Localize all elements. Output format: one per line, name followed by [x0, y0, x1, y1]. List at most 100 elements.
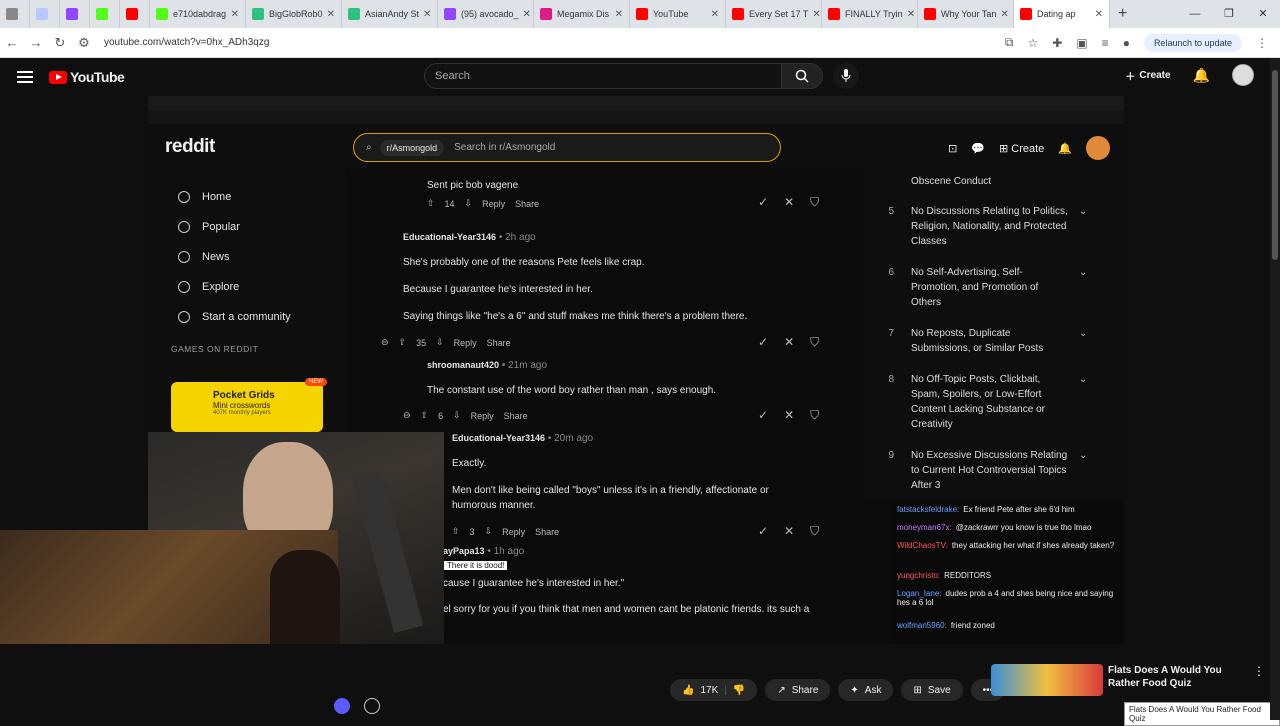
tab-favicon-icon: [1020, 8, 1032, 20]
tab-favicon-icon: [444, 8, 456, 20]
browser-tab[interactable]: YouTube ✕: [630, 0, 726, 28]
tab-favicon-icon: [156, 8, 168, 20]
browser-tab[interactable]: e710dabdrag ✕: [150, 0, 246, 28]
explore-icon: [178, 281, 190, 293]
sidebar-item-label: Start a community: [202, 311, 291, 323]
account-avatar[interactable]: [1232, 64, 1254, 86]
browser-tab[interactable]: BigGlobRob0 ✕: [246, 0, 342, 28]
tab-close-icon[interactable]: ✕: [611, 9, 623, 20]
profile-icon[interactable]: ●: [1123, 36, 1130, 50]
tab-favicon-icon: [96, 8, 108, 20]
search-button[interactable]: [781, 63, 823, 89]
share-button[interactable]: ↗ Share: [765, 679, 831, 701]
search-icon: [795, 69, 809, 83]
hamburger-menu-icon[interactable]: [17, 68, 33, 86]
voice-search-button[interactable]: [833, 63, 859, 89]
browser-tab[interactable]: [0, 0, 30, 28]
reload-icon[interactable]: ↻: [48, 35, 72, 51]
install-icon[interactable]: ⧉: [1005, 35, 1014, 50]
chat-username: wolfman5960:: [897, 621, 947, 630]
bookmark-star-icon[interactable]: ☆: [1028, 36, 1039, 50]
forward-icon[interactable]: →: [24, 35, 48, 50]
search-input[interactable]: Search: [424, 63, 782, 89]
browser-tab[interactable]: Megamix Dis ✕: [534, 0, 630, 28]
stream-chat: fatstacksfeldrake: Ex friend Pete after s…: [891, 500, 1124, 644]
tab-close-icon[interactable]: ✕: [808, 9, 820, 20]
tab-favicon-icon: [348, 8, 360, 20]
tab-close-icon[interactable]: ✕: [227, 9, 239, 20]
minimize-icon[interactable]: —: [1178, 0, 1212, 28]
ask-button[interactable]: ✦ Ask: [838, 679, 894, 701]
video-info-bar: 👍 17K | 👎 ↗ Share ✦ Ask ⊞ Save ••• Flats Do…: [0, 644, 1280, 720]
browser-tab[interactable]: Dating ap ✕: [1014, 0, 1110, 28]
url-field[interactable]: youtube.com/watch?v=0hx_ADh3qzg: [104, 37, 1005, 48]
notifications-bell-icon[interactable]: 🔔: [1193, 67, 1210, 84]
menu-kebab-icon[interactable]: ⋮: [1256, 36, 1268, 50]
remove-icon: ✕: [784, 335, 795, 349]
new-badge: NEW: [305, 378, 327, 386]
tab-close-icon[interactable]: ✕: [1091, 9, 1103, 20]
new-tab-icon[interactable]: +: [1118, 5, 1127, 23]
chat-text: @zackrawrr you know is true tho lmao: [955, 523, 1092, 532]
split-view-icon[interactable]: ▣: [1076, 36, 1087, 50]
tab-label: FINALLY Tryin: [845, 9, 903, 19]
browser-tab[interactable]: Every Set 17 T ✕: [726, 0, 822, 28]
youtube-logo-text: YouTube: [70, 69, 125, 85]
tab-close-icon[interactable]: ✕: [996, 9, 1008, 20]
rule-number: 5: [888, 206, 894, 217]
comment-author: shroomanaut420: [427, 360, 500, 370]
relaunch-button[interactable]: Relaunch to update: [1143, 33, 1242, 52]
page-scrollbar[interactable]: [1270, 58, 1280, 720]
save-button[interactable]: ⊞ Save: [901, 679, 963, 701]
tab-close-icon[interactable]: ✕: [419, 9, 431, 20]
tab-close-icon[interactable]: ✕: [707, 9, 719, 20]
like-button[interactable]: 👍 17K | 👎: [670, 679, 758, 701]
create-button[interactable]: ＋ Create: [1125, 68, 1170, 83]
sidebar-item-label: Home: [202, 191, 232, 203]
reddit-search: ⌕ r/Asmongold Search in r/Asmongold: [353, 133, 781, 162]
shield-icon: ⛉: [810, 524, 820, 538]
close-window-icon[interactable]: ✕: [1246, 0, 1280, 28]
chat-text: REDDITORS: [944, 571, 992, 580]
remove-icon: ✕: [784, 524, 795, 538]
browser-tab[interactable]: [120, 0, 150, 28]
browser-tab[interactable]: [30, 0, 60, 28]
collapse-icon: ⊖: [381, 337, 389, 347]
kebab-menu-icon[interactable]: ⋮: [1253, 664, 1265, 678]
comment-time: • 2h ago: [498, 232, 536, 243]
browser-tab[interactable]: [90, 0, 120, 28]
scrollbar-thumb[interactable]: [1272, 70, 1278, 260]
browser-tab[interactable]: AsianAndy St ✕: [342, 0, 438, 28]
remove-icon: ✕: [784, 408, 795, 422]
reddit-create: ⊞ Create: [998, 142, 1045, 155]
next-video-item[interactable]: Flats Does A Would You Rather Food Quiz …: [991, 664, 1271, 700]
media-icon[interactable]: ≡: [1102, 36, 1109, 50]
back-icon[interactable]: ←: [0, 35, 24, 50]
next-video-title[interactable]: Flats Does A Would You Rather Food Quiz: [1108, 664, 1248, 690]
browser-tab[interactable]: Why Your Tan ✕: [918, 0, 1014, 28]
tab-close-icon[interactable]: ✕: [323, 9, 335, 20]
tab-label: e710dabdrag: [173, 9, 227, 19]
tab-label: YouTube: [653, 9, 689, 19]
stream-browser-tabs: [148, 96, 1124, 110]
tab-close-icon[interactable]: ✕: [903, 9, 915, 20]
video-thumbnail[interactable]: [991, 664, 1103, 696]
chat-username: fatstacksfeldrake:: [897, 505, 960, 514]
site-info-icon[interactable]: ⚙: [72, 35, 96, 51]
tab-close-icon[interactable]: ✕: [519, 9, 531, 20]
taskbar-app-icon[interactable]: [334, 698, 350, 714]
thumbs-down-icon[interactable]: 👎: [733, 685, 745, 696]
upvote-icon: ⇧: [427, 198, 435, 208]
address-bar: ← → ↻ ⚙ youtube.com/watch?v=0hx_ADh3qzg …: [0, 28, 1280, 58]
shield-icon: ⛉: [810, 335, 820, 349]
comment-actions: ⇧ 3 ⇩ Reply Share: [452, 526, 559, 537]
browser-tab[interactable]: (95) avocado_ ✕: [438, 0, 534, 28]
extensions-icon[interactable]: ✚: [1052, 36, 1062, 50]
reply-label: Reply: [453, 337, 477, 348]
restore-icon[interactable]: ❐: [1212, 0, 1246, 28]
taskbar-settings-icon[interactable]: [364, 698, 380, 714]
browser-tab[interactable]: FINALLY Tryin ✕: [822, 0, 918, 28]
youtube-logo[interactable]: YouTube: [49, 69, 125, 85]
mod-buttons: ✓ ✕ ⛉: [758, 335, 819, 350]
browser-tab[interactable]: [60, 0, 90, 28]
